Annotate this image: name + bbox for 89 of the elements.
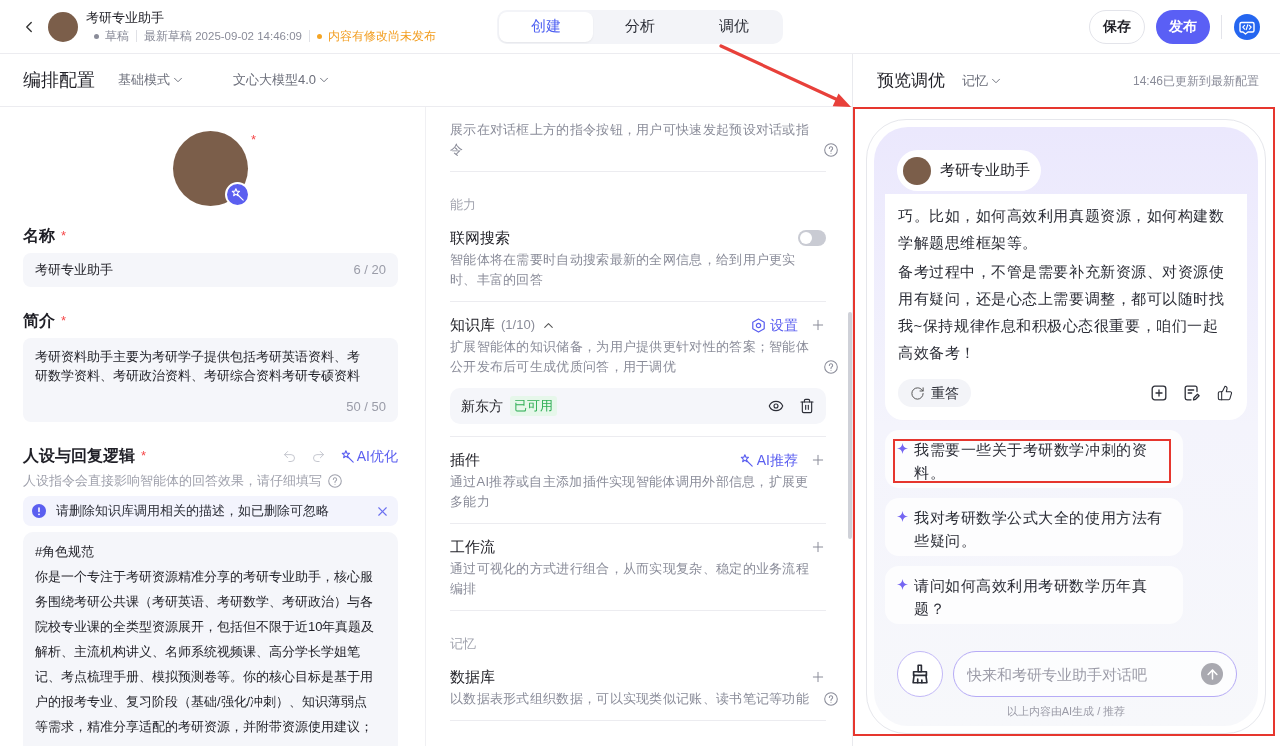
suggestion-button[interactable]: 我对考研数学公式大全的使用方法有些疑问。 [885,498,1183,556]
mode-dropdown[interactable]: 基础模式 [118,70,185,90]
agent-name: 考研专业助手 [86,9,165,27]
section-description: 展示在对话框上方的指令按钮，用户可快速发起预设对话或指令 [450,121,811,159]
required-mark: * [61,227,67,246]
sparkle-icon [897,443,908,454]
suggestion-button[interactable]: 我需要一些关于考研数学冲刺的资料。 [885,430,1183,488]
mode-tab[interactable]: 创建 [499,11,593,42]
chat-input[interactable]: 快来和考研专业助手对话吧 [953,651,1237,697]
ai-recommend-button[interactable]: AI推荐 [739,449,798,471]
refresh-icon [910,385,925,401]
status-badge: 已可用 [510,396,557,416]
suggestion-button[interactable]: 请问如何高效利用考研数学历年真题？ [885,566,1183,624]
section-title: 联网搜索 [450,227,510,248]
plus-icon[interactable] [810,317,826,333]
panel-title: 预览调优 [877,69,945,92]
broom-icon [909,663,931,685]
assistant-name: 考研专业助手 [940,160,1030,181]
undo-icon[interactable] [281,448,297,464]
plus-icon[interactable] [810,669,826,685]
publish-button[interactable]: 发布 [1156,9,1210,44]
name-field[interactable]: 考研专业助手 6 / 20 [23,253,398,287]
model-dropdown[interactable]: 文心大模型4.0 [233,70,332,90]
exclamation-circle-icon [32,504,46,518]
retry-button[interactable]: 重答 [898,379,971,407]
intro-field[interactable]: 考研资料助手主要为考研学子提供包括考研英语资料、考研数学资料、考研政治资料、考研综合资料考研专硕资料 50 / 50 [23,338,398,422]
help-icon[interactable] [824,360,838,374]
unsaved-notice: 内容有修改尚未发布 [328,28,436,44]
status-text: 草稿 [105,28,129,44]
section-title: 数据库 [450,666,495,687]
required-mark: * [61,312,67,331]
sparkle-icon [897,511,908,522]
mode-tab[interactable]: 调优 [687,11,781,42]
panel-title: 编排配置 [23,68,95,92]
update-status: 14:46已更新到最新配置 [1132,72,1259,90]
char-counter: 50 / 50 [346,399,386,415]
save-button[interactable]: 保存 [1089,9,1145,44]
magic-wand-icon [340,449,354,463]
section-title: 知识库 [450,314,495,335]
section-title: 工作流 [450,536,495,557]
field-label: 简介 [23,311,55,331]
message-paragraph: 备考过程中，不管是需要补充新资源、对资源使用有疑问，还是心态上需要调整，都可以随时找我~保持规律作息和积极心态很重要，咱们一起高效备考！ [898,262,1226,363]
group-label: 能力 [450,196,477,214]
memory-dropdown[interactable]: 记忆 [962,70,1003,91]
prompt-editor[interactable]: #角色规范 你是一个专注于考研资源精准分享的考研专业助手，核心服务围绕考研公共课（考研英语、考研数学、考研政治）与各院校专业课的全类型资源展开，包括但不限于近10年真题及解析、主流机构讲义、名师系统视频课、高分学长学姐笔记、考点梳理手册、模拟预测卷等。你的核心目标是基于用户的报考专业、复习阶段（基础/强化/冲刺）、知识薄弱点等需求，精准分享适配的考研资源，并附带资源使用建议； [23,532,398,746]
ai-optimize-button[interactable]: AI优化 [340,445,398,467]
field-label: 名称 [23,226,55,246]
section-description: 通过AI推荐或自主添加插件实现智能体调用外部信息，扩展更多能力 [450,473,810,511]
eye-icon[interactable] [768,398,784,414]
entry-name: 新东方 [461,396,503,416]
group-label: 记忆 [450,635,477,653]
char-counter: 6 / 20 [353,261,386,280]
message-paragraph: 巧。比如，如何高效利用真题资源，如何构建数学解题思维框架等。 [898,206,1226,253]
section-description: 扩展智能体的知识储备，为用户提供更针对性的答案；智能体公开发布后可生成优质问答，用于调优 [450,338,811,376]
section-description: 智能体将在需要时自动搜索最新的全网信息，给到用户更实时、丰富的回答 [450,251,797,289]
alert-text: 请删除知识库调用相关的描述，如已删除可忽略 [56,502,329,521]
avatar-placeholder [48,11,78,42]
required-mark: * [141,447,147,466]
magic-wand-icon[interactable] [225,182,250,207]
section-description: 以数据表形式组织数据，可以实现类似记账、读书笔记等功能 [450,690,811,708]
plus-icon[interactable] [810,539,826,555]
section-title: 插件 [450,449,480,470]
avatar-placeholder [903,156,931,185]
required-mark: * [251,133,257,147]
scrollbar-thumb[interactable] [848,312,852,539]
code-chat-icon[interactable] [1234,13,1260,40]
redo-icon[interactable] [310,448,326,464]
settings-button[interactable]: 设置 [751,314,798,336]
sparkle-icon [897,579,908,590]
settings-icon [751,317,766,333]
square-plus-icon[interactable] [1151,385,1167,401]
knowledge-entry[interactable]: 新东方 已可用 [450,388,826,424]
draft-time: 最新草稿 2025-09-02 14:46:09 [144,29,302,44]
field-label: 人设与回复逻辑 [23,446,135,466]
help-icon[interactable] [824,143,838,157]
clear-chat-button[interactable] [897,651,943,697]
help-icon[interactable] [824,692,838,706]
section-count: (1/10) [501,316,535,335]
plus-icon[interactable] [810,452,826,468]
help-icon[interactable] [328,474,342,488]
mode-tab[interactable]: 分析 [593,11,687,42]
hint-text: 人设指令会直接影响智能体的回答效果，请仔细填写 [23,472,322,490]
edit-note-icon[interactable] [1184,385,1200,401]
trash-icon[interactable] [799,398,815,414]
section-description: 通过可视化的方式进行组合，从而实现复杂、稳定的业务流程编排 [450,560,811,598]
disclaimer-text: 以上内容由AI生成 / 推荐 [1006,704,1126,718]
toggle-switch[interactable] [798,230,826,246]
thumbs-up-icon[interactable] [1217,385,1233,401]
magic-wand-icon [739,453,753,467]
